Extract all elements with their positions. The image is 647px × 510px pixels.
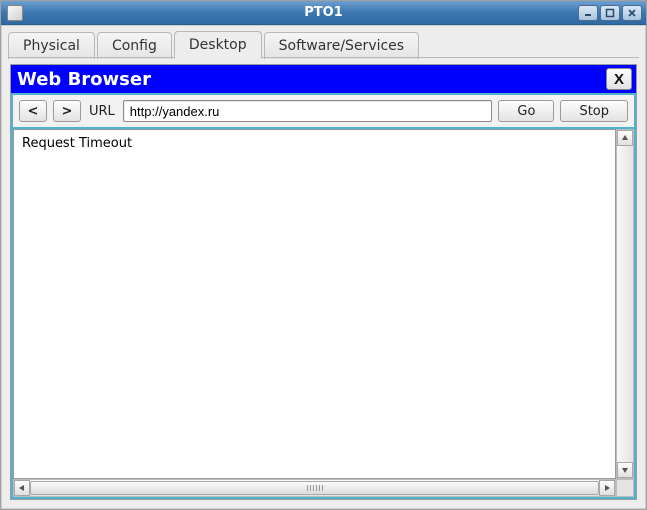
vertical-scroll-track[interactable] (617, 146, 633, 462)
scroll-right-button[interactable] (599, 480, 615, 496)
chevron-left-icon (18, 484, 26, 492)
scroll-corner (616, 479, 634, 497)
close-icon (627, 8, 637, 18)
back-button[interactable]: < (19, 100, 47, 122)
scroll-down-button[interactable] (617, 462, 633, 478)
maximize-icon (605, 8, 615, 18)
tab-software-services[interactable]: Software/Services (264, 32, 419, 59)
scroll-left-button[interactable] (14, 480, 30, 496)
tab-physical[interactable]: Physical (8, 32, 95, 59)
window-body: Physical Config Desktop Software/Service… (1, 25, 646, 509)
horizontal-scroll-thumb[interactable] (30, 481, 599, 495)
browser-viewport: Request Timeout (13, 129, 616, 479)
grip-icon (307, 485, 323, 491)
browser-panel-title: Web Browser (17, 69, 151, 90)
tab-config[interactable]: Config (97, 32, 172, 59)
horizontal-scrollbar[interactable] (13, 479, 616, 497)
maximize-button[interactable] (600, 5, 620, 21)
application-window: PTO1 Physical Config Desktop Software/Se… (0, 0, 647, 510)
titlebar[interactable]: PTO1 (1, 1, 646, 25)
window-title: PTO1 (1, 5, 646, 20)
url-label: URL (87, 104, 117, 119)
scroll-up-button[interactable] (617, 130, 633, 146)
tab-desktop[interactable]: Desktop (174, 31, 262, 59)
chevron-up-icon (621, 134, 629, 142)
window-controls (578, 5, 646, 21)
page-content-text: Request Timeout (22, 136, 132, 151)
close-panel-button[interactable]: X (606, 68, 632, 90)
chevron-right-icon (603, 484, 611, 492)
horizontal-scroll-track[interactable] (30, 480, 599, 496)
stop-button[interactable]: Stop (560, 100, 628, 122)
go-button[interactable]: Go (498, 100, 554, 122)
desktop-tab-content: Web Browser X < > URL Go Stop Request Ti… (10, 64, 637, 500)
browser-toolbar: < > URL Go Stop (13, 95, 634, 127)
tab-bar: Physical Config Desktop Software/Service… (2, 26, 645, 58)
vertical-scrollbar[interactable] (616, 129, 634, 479)
browser-panel-header: Web Browser X (11, 65, 636, 93)
forward-button[interactable]: > (53, 100, 81, 122)
app-icon (7, 5, 23, 21)
url-input[interactable] (123, 100, 493, 122)
close-window-button[interactable] (622, 5, 642, 21)
chevron-down-icon (621, 466, 629, 474)
browser-viewport-wrap: Request Timeout (13, 129, 634, 497)
minimize-icon (583, 8, 593, 18)
minimize-button[interactable] (578, 5, 598, 21)
